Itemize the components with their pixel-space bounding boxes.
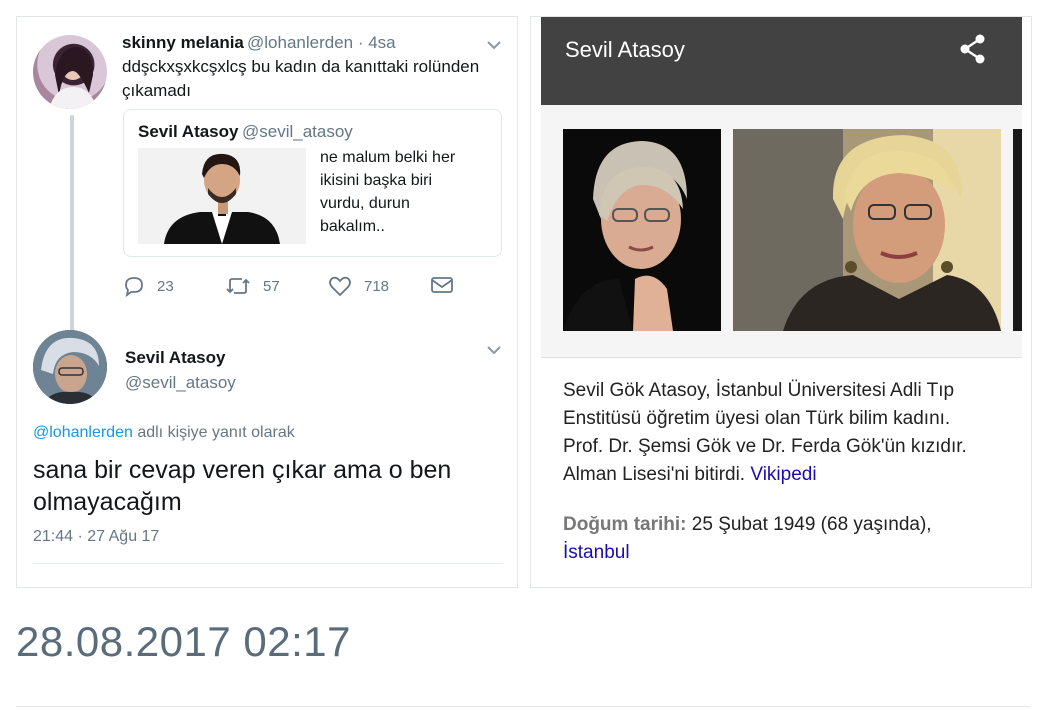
reply-button[interactable]: 23 — [123, 275, 174, 297]
description-line: Sevil Gök Atasoy, İstanbul Üniversitesi … — [563, 380, 955, 401]
knowledge-card: Sevil Atasoy Sevil Gök Atasoy, İstanbul … — [530, 16, 1032, 588]
wikipedia-link[interactable]: Vikipedi — [750, 464, 816, 485]
divider — [541, 357, 1022, 358]
quoted-text-line: ikisini başka biri — [320, 172, 433, 189]
tweet-timestamp[interactable]: 21:44 · 27 Ağu 17 — [33, 528, 159, 546]
message-button[interactable] — [430, 275, 466, 295]
tweet-author-name[interactable]: skinny melania — [122, 33, 244, 53]
quoted-text-line: ne malum belki her — [320, 149, 456, 166]
divider — [16, 706, 1030, 707]
envelope-icon — [431, 277, 453, 293]
quoted-author-name: Sevil Atasoy — [138, 122, 239, 141]
share-icon[interactable] — [959, 34, 987, 64]
tweet-text-line: çıkamadı — [122, 81, 191, 100]
card-title: Sevil Atasoy — [565, 37, 685, 62]
quoted-author-handle: @sevil_atasoy — [242, 122, 353, 141]
retweet-button[interactable]: 57 — [225, 275, 280, 297]
tweet-text-line: ddşckxşxkcşxlcş bu kadın da kanıttaki ro… — [122, 57, 480, 76]
avatar[interactable] — [33, 35, 107, 109]
retweet-count: 57 — [263, 277, 280, 295]
capture-timestamp: 28.08.2017 02:17 — [16, 618, 351, 665]
portrait-image[interactable] — [563, 129, 721, 331]
birth-label: Doğum tarihi: — [563, 514, 687, 535]
retweet-icon — [226, 278, 250, 294]
description-line: Enstitüsü öğretim üyesi olan Türk bilim … — [563, 408, 951, 429]
tweet-time[interactable]: · 4sa — [358, 33, 396, 52]
birth-place-link[interactable]: İstanbul — [563, 539, 630, 567]
description-line: Prof. Dr. Şemsi Gök ve Dr. Ferda Gök'ün … — [563, 436, 967, 457]
thread-connector-line — [70, 115, 74, 343]
tweet-main-text-line: sana bir cevap veren çıkar ama o ben — [33, 456, 452, 484]
birth-info: Doğum tarihi: 25 Şubat 1949 (68 yaşında)… — [563, 511, 932, 539]
like-count: 718 — [364, 277, 390, 295]
tweet-author-handle[interactable]: @sevil_atasoy — [125, 373, 236, 393]
like-button[interactable]: 718 — [328, 275, 389, 297]
reply-to-link[interactable]: @lohanlerden — [33, 424, 133, 441]
twitter-thread-panel: skinny melania @lohanlerden · 4sa ddşckx… — [16, 16, 518, 588]
chevron-down-icon[interactable] — [487, 41, 501, 50]
reply-to-suffix: adlı kişiye yanıt olarak — [137, 424, 295, 441]
description-text: Alman Lisesi'ni bitirdi. — [563, 464, 746, 485]
divider — [33, 563, 503, 564]
reply-count: 23 — [157, 277, 174, 295]
portrait-image-partial[interactable] — [1013, 129, 1022, 331]
birth-value: 25 Şubat 1949 (68 yaşında), — [691, 514, 932, 535]
handle-text[interactable]: @lohanlerden — [247, 33, 353, 52]
avatar[interactable] — [33, 330, 107, 404]
tweet-author-handle[interactable]: @lohanlerden · 4sa — [247, 33, 396, 53]
image-strip — [541, 105, 1022, 357]
reply-context: @lohanlerden adlı kişiye yanıt olarak — [33, 424, 295, 442]
chevron-down-icon[interactable] — [487, 346, 501, 355]
tweet-author-name[interactable]: Sevil Atasoy — [125, 348, 225, 368]
portrait-image[interactable] — [733, 129, 1001, 331]
quoted-tweet[interactable]: Sevil Atasoy @sevil_atasoy ne malum belk… — [123, 109, 502, 257]
quoted-media-image[interactable] — [138, 148, 306, 244]
heart-icon — [329, 276, 351, 297]
quoted-text-line: bakalım.. — [320, 218, 385, 235]
card-header: Sevil Atasoy — [541, 17, 1022, 105]
description-line-last: Alman Lisesi'ni bitirdi. Vikipedi — [563, 461, 817, 489]
tweet-main-text-line: olmayacağım — [33, 488, 182, 516]
quoted-text-line: vurdu, durun — [320, 195, 410, 212]
reply-icon — [125, 277, 143, 297]
